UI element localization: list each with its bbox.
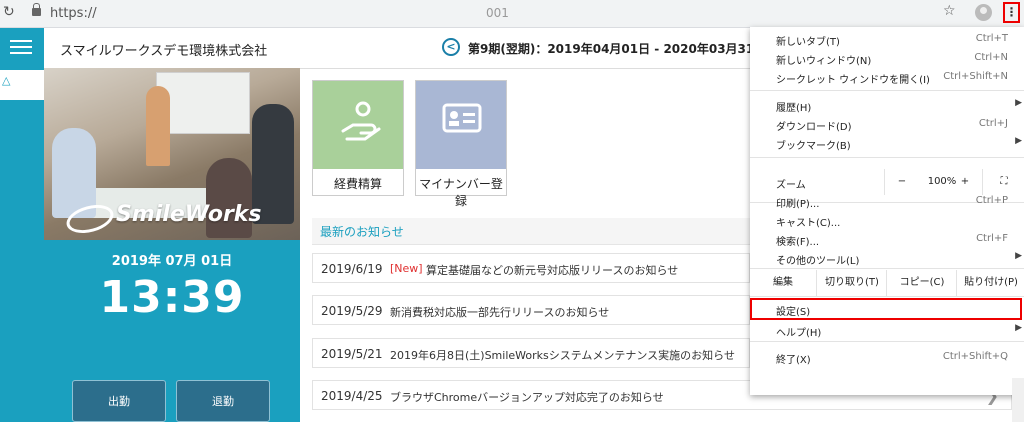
menu-separator <box>750 341 1024 342</box>
news-title: 2019年6月8日(土)SmileWorksシステムメンテナンス実施のお知らせ <box>390 349 735 362</box>
address-bar[interactable]: https:// 001 <box>22 3 966 24</box>
menu-print-shortcut: Ctrl+P <box>975 195 1008 206</box>
reload-icon[interactable]: ↻ <box>3 4 15 20</box>
news-new-badge: [New] <box>390 262 423 275</box>
clock-out-button[interactable]: 退勤 <box>176 380 270 422</box>
current-date: 2019年 07月 01日 <box>111 254 233 269</box>
menu-more-tools[interactable]: その他のツール(L) ▶ <box>750 249 1024 267</box>
expense-tile[interactable]: 経費精算 <box>312 80 404 196</box>
news-title: 算定基礎届などの新元号対応版リリースのお知らせ <box>426 264 679 277</box>
fiscal-period: 第9期(翌期)：2019年04月01日 - 2020年03月31日 <box>468 42 767 56</box>
menu-settings[interactable]: 設定(S) <box>750 298 1022 320</box>
menu-new-window-label: 新しいウィンドウ(N) <box>776 56 872 67</box>
menu-downloads[interactable]: ダウンロード(D) Ctrl+J <box>750 115 1024 133</box>
period-back-button[interactable]: < <box>442 38 460 56</box>
smileworks-logo-mark-icon <box>63 200 117 238</box>
menu-incognito-shortcut: Ctrl+Shift+N <box>943 71 1008 82</box>
menu-find-shortcut: Ctrl+F <box>976 233 1008 244</box>
nav-rail: △ <box>0 28 44 422</box>
company-name: スマイルワークスデモ環境株式会社 <box>60 44 268 59</box>
menu-cut-button[interactable]: 切り取り(T) <box>816 270 887 296</box>
lock-icon <box>32 3 41 16</box>
menu-edit-row: 編集 切り取り(T) コピー(C) 貼り付け(P) <box>750 270 1024 296</box>
nav-rail-selected-item[interactable]: △ <box>0 70 44 100</box>
menu-separator <box>750 296 1024 297</box>
submenu-arrow-icon: ▶ <box>1015 136 1022 146</box>
submenu-arrow-icon: ▶ <box>1015 323 1022 333</box>
menu-separator <box>750 268 1024 269</box>
menu-cast[interactable]: キャスト(C)... <box>750 211 1024 229</box>
menu-bookmarks[interactable]: ブックマーク(B) ▶ <box>750 134 1024 152</box>
office-photo: SmileWorks <box>44 68 300 240</box>
menu-history[interactable]: 履歴(H) ▶ <box>750 96 1024 114</box>
brand-name: SmileWorks <box>116 202 262 227</box>
news-date: 2019/6/19 <box>321 262 383 276</box>
menu-cast-label: キャスト(C)... <box>776 218 841 229</box>
news-date: 2019/4/25 <box>321 389 383 403</box>
menu-help-label: ヘルプ(H) <box>776 328 822 339</box>
menu-copy-button[interactable]: コピー(C) <box>886 270 957 296</box>
news-item[interactable]: 2019/6/19 [New] 算定基礎届などの新元号対応版リリースのお知らせ <box>312 253 750 283</box>
clock-in-button[interactable]: 出勤 <box>72 380 166 422</box>
mynumber-tile-label: マイナンバー登録 <box>419 177 503 208</box>
current-time: 13:39 <box>99 272 245 323</box>
news-title: 新消費税対応版一部先行リリースのお知らせ <box>390 306 610 319</box>
menu-incognito-label: シークレット ウィンドウを開く(I) <box>776 75 930 86</box>
news-item[interactable]: 2019/5/21 2019年6月8日(土)SmileWorksシステムメンテナ… <box>312 338 750 368</box>
news-date: 2019/5/21 <box>321 347 383 361</box>
news-title: ブラウザChromeバージョンアップ対応完了のお知らせ <box>390 391 664 404</box>
menu-bookmarks-label: ブックマーク(B) <box>776 141 851 152</box>
page-scrollbar[interactable] <box>1012 378 1024 422</box>
menu-exit-shortcut: Ctrl+Shift+Q <box>942 351 1008 362</box>
menu-print[interactable]: 印刷(P)... Ctrl+P <box>750 192 1024 210</box>
menu-exit[interactable]: 終了(X) Ctrl+Shift+Q <box>750 348 1024 366</box>
menu-new-tab-label: 新しいタブ(T) <box>776 37 840 48</box>
menu-print-label: 印刷(P)... <box>776 199 820 210</box>
news-header-title: 最新のお知らせ <box>320 225 404 239</box>
submenu-arrow-icon: ▶ <box>1015 98 1022 108</box>
url-tail-text: 001 <box>486 6 509 20</box>
submenu-arrow-icon: ▶ <box>1015 251 1022 261</box>
menu-downloads-shortcut: Ctrl+J <box>978 118 1008 129</box>
profile-avatar-icon[interactable] <box>975 4 992 21</box>
home-icon: △ <box>2 74 11 87</box>
hand-coin-icon <box>313 81 403 169</box>
expense-tile-label: 経費精算 <box>333 177 382 191</box>
menu-exit-label: 終了(X) <box>776 355 811 366</box>
time-clock-panel: SmileWorks 2019年 07月 01日 13:39 出勤 退勤 <box>44 68 300 422</box>
menu-downloads-label: ダウンロード(D) <box>776 122 852 133</box>
menu-edit-label: 編集 <box>773 277 793 288</box>
menu-find-label: 検索(F)... <box>776 237 820 248</box>
smileworks-logo: SmileWorks <box>63 200 288 238</box>
news-date: 2019/5/29 <box>321 304 383 318</box>
menu-settings-label: 設定(S) <box>776 307 811 318</box>
menu-help[interactable]: ヘルプ(H) ▶ <box>750 321 1024 339</box>
menu-more-tools-label: その他のツール(L) <box>776 256 860 267</box>
url-text: https:// <box>50 6 97 21</box>
chrome-menu: 新しいタブ(T) Ctrl+T 新しいウィンドウ(N) Ctrl+N シークレッ… <box>750 27 1024 395</box>
menu-new-window-shortcut: Ctrl+N <box>974 52 1008 63</box>
news-header: 最新のお知らせ <box>312 218 750 245</box>
app-header: スマイルワークスデモ環境株式会社 < 第9期(翌期)：2019年04月01日 -… <box>44 28 766 69</box>
menu-find[interactable]: 検索(F)... Ctrl+F <box>750 230 1024 248</box>
menu-new-window[interactable]: 新しいウィンドウ(N) Ctrl+N <box>750 49 1024 67</box>
menu-history-label: 履歴(H) <box>776 103 812 114</box>
news-item[interactable]: 2019/5/29 新消費税対応版一部先行リリースのお知らせ <box>312 295 750 325</box>
chrome-menu-button[interactable]: ⋮ <box>1003 2 1020 23</box>
menu-zoom-label: ズーム <box>776 180 806 191</box>
bookmark-star-icon[interactable]: ☆ <box>943 3 956 19</box>
menu-new-tab-shortcut: Ctrl+T <box>975 33 1008 44</box>
browser-toolbar: ↻ https:// 001 ☆ ⋮ <box>0 0 1024 28</box>
id-card-icon <box>416 81 506 169</box>
menu-new-tab[interactable]: 新しいタブ(T) Ctrl+T <box>750 30 1024 48</box>
menu-incognito[interactable]: シークレット ウィンドウを開く(I) Ctrl+Shift+N <box>750 68 1024 86</box>
mynumber-tile[interactable]: マイナンバー登録 <box>415 80 507 208</box>
menu-paste-button[interactable]: 貼り付け(P) <box>956 270 1024 296</box>
menu-separator <box>750 157 1024 158</box>
hamburger-menu-icon[interactable] <box>10 40 32 54</box>
menu-separator <box>750 90 1024 91</box>
